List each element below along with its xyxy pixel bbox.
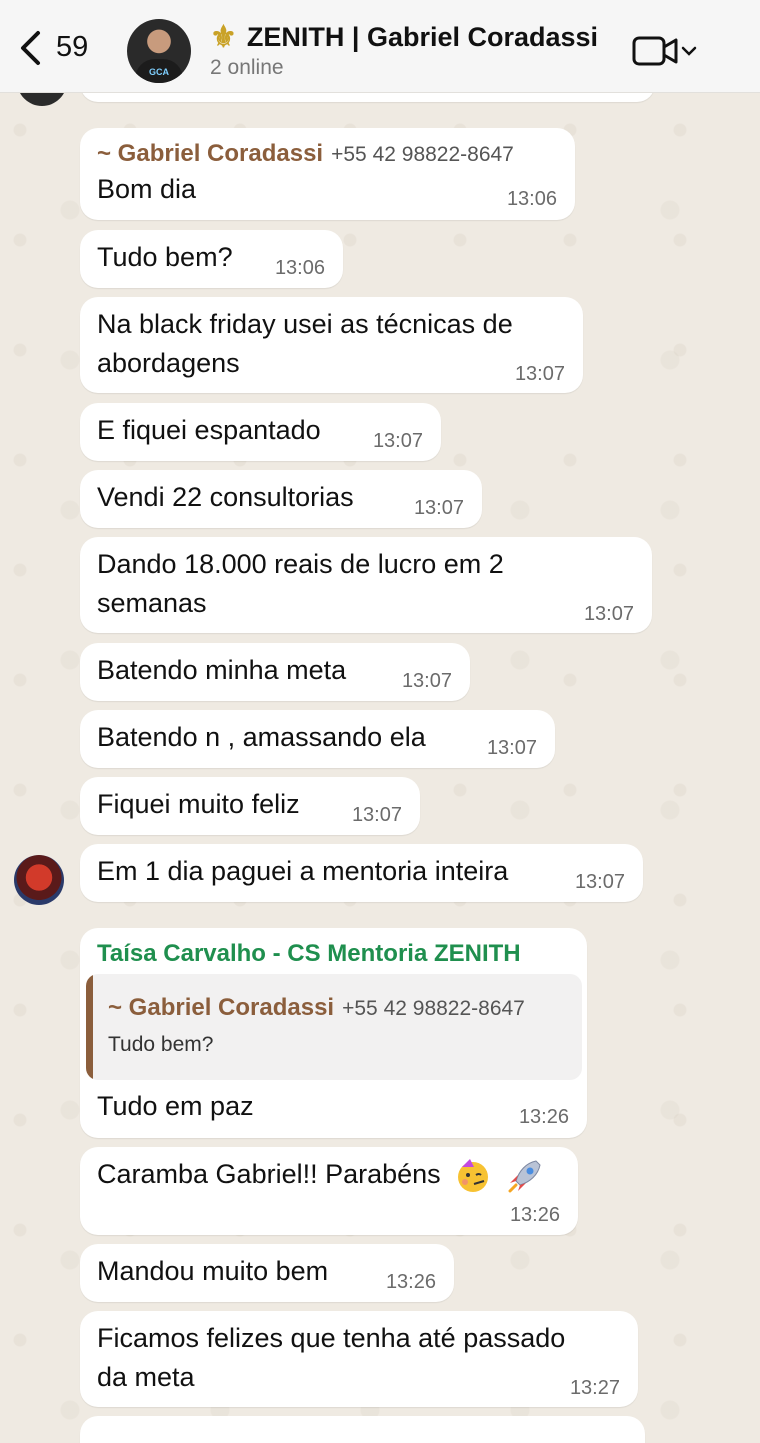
unread-count: 59 <box>56 30 89 63</box>
message-time: 13:26 <box>518 1106 569 1128</box>
message-time: 13:07 <box>574 871 625 893</box>
message-time: 13:07 <box>372 430 423 452</box>
partying-face-icon <box>458 1158 489 1192</box>
video-camera-icon <box>632 36 678 66</box>
quoted-phone: +55 42 98822-8647 <box>342 997 525 1020</box>
message-bubble: Batendo minha meta 13:07 <box>80 643 470 701</box>
message-text: Na black friday usei as técnicas de <box>97 309 513 339</box>
message-text: E fiquei espantado <box>97 415 321 445</box>
message-bubble <box>80 1416 645 1443</box>
message-bubble: Em 1 dia paguei a mentoria inteira 13:07 <box>80 844 643 902</box>
message-text: Fiquei muito feliz <box>97 789 300 819</box>
message-text: Bom dia <box>97 174 197 204</box>
message-time: 13:06 <box>506 188 557 210</box>
message-bubble: Batendo n , amassando ela 13:07 <box>80 710 555 768</box>
message-text: Em 1 dia paguei a mentoria inteira <box>97 856 509 886</box>
message-time: 13:06 <box>274 257 325 279</box>
message-time: 13:07 <box>514 363 565 385</box>
group-avatar[interactable]: GCA <box>127 19 191 83</box>
message-text: da meta <box>97 1362 195 1392</box>
video-call-button[interactable] <box>632 34 698 68</box>
message-text: Batendo n , amassando ela <box>97 722 426 752</box>
chevron-down-icon <box>681 46 697 56</box>
message-time: 13:27 <box>569 1377 620 1399</box>
message-time: 13:07 <box>486 737 537 759</box>
message-text: Tudo em paz <box>97 1091 254 1121</box>
message-text: semanas <box>97 588 207 618</box>
message-text: abordagens <box>97 348 240 378</box>
message-text: Ficamos felizes que tenha até passado <box>97 1323 566 1353</box>
message-text: Vendi 22 consultorias <box>97 482 354 512</box>
message-text: Caramba Gabriel!! Parabéns <box>97 1155 544 1195</box>
sender-avatar[interactable] <box>14 855 64 905</box>
message-bubble: Taísa Carvalho - CS Mentoria ZENITH ~ Ga… <box>80 928 587 1138</box>
quoted-sender: ~ Gabriel Coradassi +55 42 98822-8647 <box>108 994 525 1021</box>
message-time: 13:07 <box>401 670 452 692</box>
message-bubble: Tudo bem? 13:06 <box>80 230 343 288</box>
message-time: 13:07 <box>351 804 402 826</box>
message-text: Mandou muito bem <box>97 1256 329 1286</box>
group-name: ZENITH | Gabriel Coradassi <box>246 22 599 52</box>
message-bubble: ~ Gabriel Coradassi +55 42 98822-8647 Bom… <box>80 128 575 220</box>
message-sender[interactable]: Taísa Carvalho - CS Mentoria ZENITH <box>97 940 521 968</box>
message-bubble: Caramba Gabriel!! Parabéns 13:26 <box>80 1147 578 1235</box>
quoted-message[interactable]: ~ Gabriel Coradassi +55 42 98822-8647 Tud… <box>86 974 582 1080</box>
message-bubble: E fiquei espantado 13:07 <box>80 403 441 461</box>
message-time: 13:07 <box>583 603 634 625</box>
message-bubble: Na black friday usei as técnicas de abor… <box>80 297 583 393</box>
group-info[interactable]: ⚜ ZENITH | Gabriel Coradassi 2 online <box>210 22 598 80</box>
quoted-text: Tudo bem? <box>108 1033 214 1056</box>
message-text: Tudo bem? <box>97 242 233 272</box>
back-button[interactable]: 59 <box>18 30 88 66</box>
message-time: 13:26 <box>509 1204 560 1226</box>
chat-header: 59 GCA ⚜ ZENITH | Gabriel Coradassi 2 on… <box>0 0 760 93</box>
message-bubble: Dando 18.000 reais de lucro em 2 semanas… <box>80 537 652 633</box>
fleur-de-lis-icon: ⚜ <box>210 20 237 54</box>
online-status: 2 online <box>210 56 284 79</box>
message-text: Dando 18.000 reais de lucro em 2 <box>97 549 504 579</box>
avatar-logo-text: GCA <box>149 67 169 77</box>
message-sender[interactable]: ~ Gabriel Coradassi +55 42 98822-8647 <box>97 140 514 168</box>
message-bubble: Mandou muito bem 13:26 <box>80 1244 454 1302</box>
message-bubble: Ficamos felizes que tenha até passado da… <box>80 1311 638 1407</box>
message-text: Batendo minha meta <box>97 655 347 685</box>
rocket-icon <box>508 1160 541 1193</box>
message-bubble: Vendi 22 consultorias 13:07 <box>80 470 482 528</box>
message-time: 13:07 <box>413 497 464 519</box>
message-bubble: Fiquei muito feliz 13:07 <box>80 777 420 835</box>
chevron-left-icon <box>21 31 40 65</box>
sender-phone: +55 42 98822-8647 <box>331 143 514 166</box>
message-time: 13:26 <box>385 1271 436 1293</box>
